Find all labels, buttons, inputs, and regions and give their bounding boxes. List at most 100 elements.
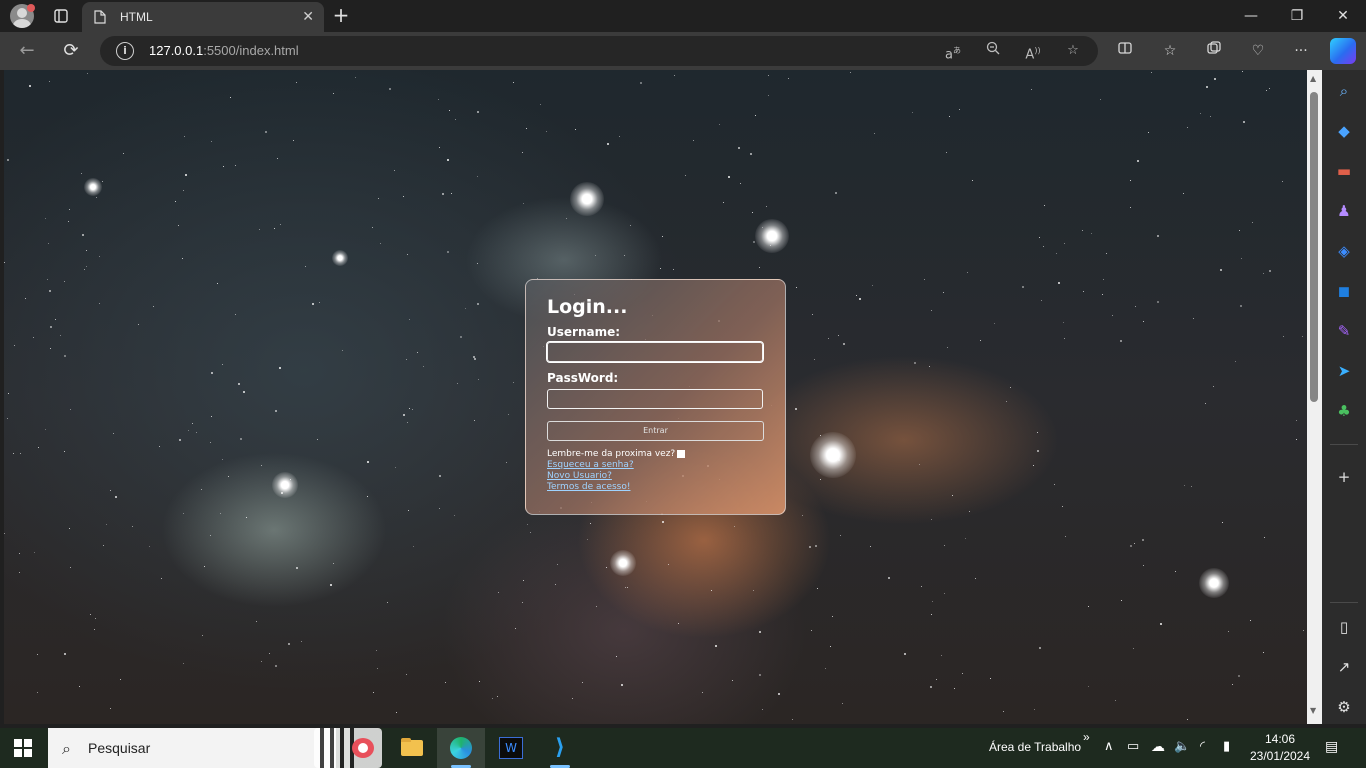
screen-recorder-app-icon[interactable] (340, 728, 388, 768)
microsoft-365-icon[interactable]: ◈ (1333, 240, 1355, 262)
toolbar-expand-icon[interactable]: » (1083, 730, 1090, 744)
password-input[interactable] (547, 389, 763, 409)
wifi-icon[interactable]: ◜ (1200, 738, 1205, 754)
star (201, 489, 202, 490)
new-tab-button[interactable]: + (330, 2, 352, 30)
outlook-icon[interactable]: ◼ (1333, 280, 1355, 302)
scroll-up-arrow-icon[interactable]: ▲ (1310, 74, 1316, 83)
star (768, 95, 769, 96)
star (715, 645, 717, 647)
star (941, 655, 942, 656)
star (1206, 86, 1208, 88)
windows-start-icon[interactable] (14, 739, 32, 757)
restore-button[interactable]: ❐ (1274, 0, 1320, 32)
star (946, 152, 947, 153)
tab-close-icon[interactable]: ✕ (302, 8, 314, 25)
star (621, 684, 623, 686)
page-scrollbar[interactable]: ▲ ▼ (1307, 70, 1322, 724)
star (711, 590, 712, 591)
copilot-icon[interactable] (1330, 38, 1356, 64)
star (530, 532, 531, 533)
remember-me-checkbox[interactable] (677, 450, 686, 458)
edge-app-icon[interactable] (437, 728, 485, 768)
star (874, 133, 875, 134)
cloud-icon[interactable]: ☁ (1151, 738, 1165, 755)
translate-icon[interactable]: aあ (942, 41, 964, 62)
bright-star (610, 550, 636, 576)
star (1135, 306, 1136, 307)
close-window-button[interactable]: ✕ (1320, 0, 1366, 32)
more-menu-icon[interactable]: ··· (1290, 40, 1312, 62)
address-bar[interactable]: i 127.0.0.1:5500/index.html aあ A)) ☆ (100, 36, 1098, 66)
clock-time[interactable]: 14:06 (1263, 732, 1297, 746)
file-explorer-app-icon[interactable] (388, 728, 436, 768)
scroll-down-arrow-icon[interactable]: ▼ (1310, 706, 1316, 715)
collections-icon[interactable] (1203, 40, 1225, 62)
open-external-icon[interactable]: ↗ (1333, 656, 1355, 678)
read-aloud-icon[interactable]: A)) (1022, 41, 1044, 62)
star (82, 234, 84, 236)
terms-link[interactable]: Termos de acesso! (547, 482, 630, 492)
designer-icon[interactable]: ✎ (1333, 320, 1355, 342)
zoom-out-icon[interactable] (982, 41, 1004, 61)
tab-html[interactable]: HTML ✕ (82, 2, 324, 32)
reload-button[interactable]: ⟳ (56, 37, 86, 65)
url-host: 127.0.0.1 (149, 43, 204, 58)
vscode-app-icon[interactable]: ⟩ (536, 728, 584, 768)
star (455, 119, 456, 120)
star (959, 109, 960, 110)
tools-briefcase-icon[interactable]: ▬ (1333, 160, 1355, 182)
star (296, 567, 298, 569)
favorite-star-icon[interactable]: ☆ (1062, 41, 1084, 61)
settings-gear-icon[interactable]: ⚙ (1333, 696, 1355, 718)
star (809, 546, 811, 548)
tree-icon[interactable]: ♣ (1333, 400, 1355, 422)
minimize-button[interactable]: — (1228, 0, 1274, 32)
microphone-icon[interactable]: ▮ (1223, 738, 1230, 754)
split-screen-icon[interactable] (1114, 40, 1136, 62)
back-button[interactable]: ← (12, 37, 42, 65)
browser-essentials-icon[interactable]: ♡ (1247, 40, 1269, 62)
site-info-icon[interactable]: i (116, 42, 134, 60)
star (843, 343, 845, 345)
star (223, 166, 224, 167)
username-input[interactable] (546, 341, 764, 363)
star (1210, 116, 1211, 117)
battery-icon[interactable]: ▭ (1127, 738, 1139, 754)
star (859, 298, 861, 300)
notifications-icon[interactable]: ▤ (1325, 738, 1338, 755)
star (1091, 233, 1092, 234)
taskbar-search[interactable]: ⌕ Pesquisar (48, 728, 382, 768)
volume-icon[interactable]: 🔈 (1174, 738, 1190, 754)
star (498, 592, 499, 593)
star (20, 453, 21, 454)
add-icon[interactable]: + (1333, 466, 1355, 488)
star (1056, 253, 1057, 254)
star (330, 584, 332, 586)
send-icon[interactable]: ➤ (1333, 360, 1355, 382)
star (442, 193, 444, 195)
star (792, 719, 793, 720)
address-url[interactable]: 127.0.0.1:5500/index.html (149, 43, 299, 58)
new-user-link[interactable]: Novo Usuario? (547, 471, 612, 481)
star (522, 602, 523, 603)
favorites-icon[interactable]: ☆ (1159, 40, 1181, 62)
games-icon[interactable]: ♟ (1333, 200, 1355, 222)
tab-actions-icon[interactable] (48, 4, 74, 28)
hide-sidebar-icon[interactable]: ▯ (1333, 616, 1355, 638)
star (478, 379, 479, 380)
show-hidden-icons-chevron-icon[interactable]: ∧ (1104, 738, 1114, 754)
search-icon[interactable]: ⌕ (1333, 80, 1355, 102)
clock-date[interactable]: 23/01/2024 (1247, 749, 1313, 763)
star (210, 535, 211, 536)
star (947, 347, 948, 348)
audio-app-icon[interactable]: W (487, 728, 535, 768)
entrar-button[interactable]: Entrar (547, 421, 764, 441)
shopping-tag-icon[interactable]: ◆ (1333, 120, 1355, 142)
star (256, 621, 257, 622)
desktop-toolbar-label[interactable]: Área de Trabalho (989, 740, 1081, 754)
forgot-password-link[interactable]: Esqueceu a senha? (547, 460, 634, 470)
scrollbar-thumb[interactable] (1310, 92, 1318, 402)
star (738, 147, 740, 149)
star (238, 383, 240, 385)
